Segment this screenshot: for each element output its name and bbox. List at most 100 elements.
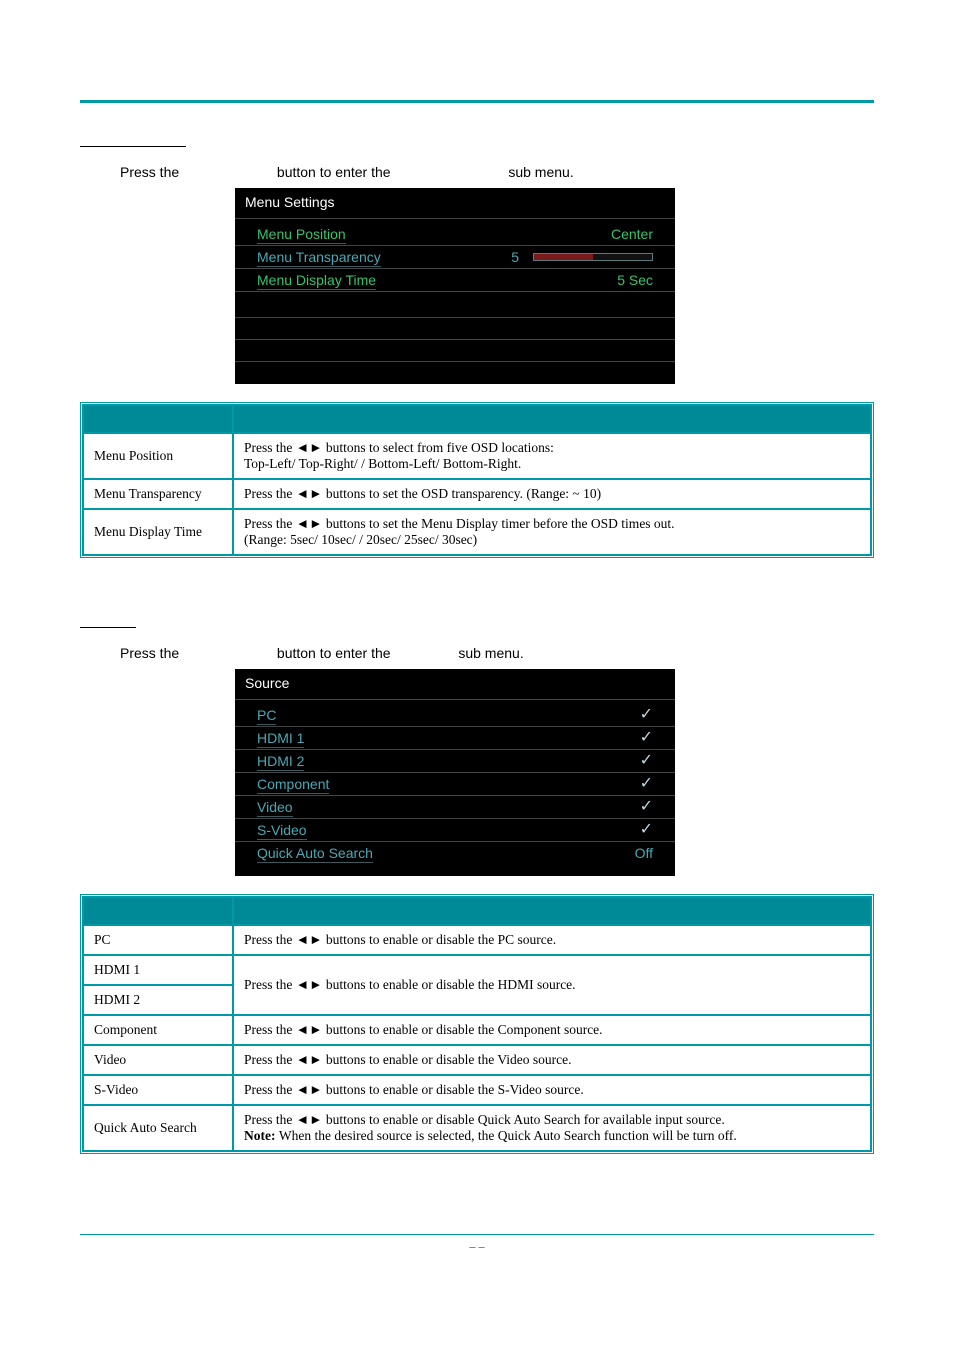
table-item: Video [83,1045,233,1075]
table-desc: Press the ◄► buttons to select from five… [233,433,871,479]
desc-text: Press the [244,1112,296,1127]
check-icon: ✓ [640,822,653,838]
table-desc: Press the ◄► buttons to enable or disabl… [233,955,871,1015]
osd-row-menu-position[interactable]: Menu Position Center [235,223,675,246]
osd-row-label: HDMI 1 [257,730,304,746]
intro-text: sub menu. [458,645,523,661]
desc-text: buttons to set the OSD transparency. (Ra… [322,486,601,501]
desc-text: buttons to enable or disable Quick Auto … [322,1112,724,1127]
desc-text: buttons to enable or disable the PC sour… [322,932,556,947]
intro-text: sub menu. [508,164,573,180]
osd-rows: Menu Position Center Menu Transparency 5… [235,219,675,296]
table-desc: Press the ◄► buttons to enable or disabl… [233,1105,871,1151]
desc-text: buttons to select from five OSD location… [322,440,553,455]
check-icon: ✓ [640,730,653,746]
desc-text: Press the [244,1052,296,1067]
osd-row-hdmi1[interactable]: HDMI 1 ✓ [235,727,675,750]
arrow-icons: ◄► [296,932,323,947]
check-icon: ✓ [640,707,653,723]
desc-text: Press the [244,932,296,947]
desc-text: Press the [244,1082,296,1097]
osd-row-value: 5 Sec [617,272,653,288]
desc-text: Top-Left/ Top-Right/ / Bottom-Left/ Bott… [244,456,521,471]
osd-row-value: Off [635,845,653,861]
table-desc: Press the ◄► buttons to set the OSD tran… [233,479,871,509]
table-row: Menu Display Time Press the ◄► buttons t… [83,509,871,555]
section-heading-underline-menu [80,133,186,147]
osd-menu-settings-panel: Menu Settings Menu Position Center Menu … [235,188,675,384]
osd-title: Source [235,669,675,700]
osd-row-svideo[interactable]: S-Video ✓ [235,819,675,842]
table-item: Menu Transparency [83,479,233,509]
osd-row-label: Component [257,776,329,792]
intro-text: button to enter the [277,645,391,661]
desc-text: Press the [244,516,296,531]
arrow-icons: ◄► [296,1112,323,1127]
table-item: Quick Auto Search [83,1105,233,1151]
section-heading-underline-source [80,614,136,628]
table-item: S-Video [83,1075,233,1105]
desc-text: When the desired source is selected, the… [279,1128,737,1143]
arrow-icons: ◄► [296,1082,323,1097]
osd-blank-row [235,318,675,340]
source-intro: Press the button to enter the sub menu. [120,645,874,661]
arrow-icons: ◄► [296,440,323,455]
check-icon: ✓ [640,799,653,815]
osd-row-label: Menu Transparency [257,249,381,265]
check-icon: ✓ [640,753,653,769]
table-header-row [83,897,871,925]
table-header-item [83,405,233,433]
osd-blank-area [235,296,675,384]
desc-text: buttons to enable or disable the Video s… [322,1052,571,1067]
page-top-rule [80,100,874,103]
osd-slider-fill [534,254,593,260]
osd-row-label: Quick Auto Search [257,845,373,861]
menu-settings-section: Press the button to enter the sub menu. … [80,133,874,558]
page-footer: – – [80,1234,874,1254]
table-header-desc [233,405,871,433]
menu-settings-table: Menu Position Press the ◄► buttons to se… [80,402,874,558]
table-desc: Press the ◄► buttons to enable or disabl… [233,925,871,955]
osd-row-menu-display-time[interactable]: Menu Display Time 5 Sec [235,269,675,292]
osd-row-video[interactable]: Video ✓ [235,796,675,819]
osd-slider[interactable]: 5 [511,249,653,265]
desc-text: Press the [244,1022,296,1037]
table-item: HDMI 1 [83,955,233,985]
osd-row-label: HDMI 2 [257,753,304,769]
osd-slider-bar[interactable] [533,253,653,261]
desc-text: Press the [244,977,296,992]
table-header-row [83,405,871,433]
osd-row-menu-transparency[interactable]: Menu Transparency 5 [235,246,675,269]
table-desc: Press the ◄► buttons to set the Menu Dis… [233,509,871,555]
desc-text: Press the [244,440,296,455]
osd-row-hdmi2[interactable]: HDMI 2 ✓ [235,750,675,773]
osd-blank-row [235,340,675,362]
menu-settings-intro: Press the button to enter the sub menu. [120,164,874,180]
osd-row-label: Menu Position [257,226,346,242]
osd-row-value: Center [611,226,653,242]
arrow-icons: ◄► [296,1022,323,1037]
osd-row-label: Video [257,799,293,815]
table-desc: Press the ◄► buttons to enable or disabl… [233,1075,871,1105]
arrow-icons: ◄► [296,516,323,531]
osd-rows: PC ✓ HDMI 1 ✓ HDMI 2 ✓ Component ✓ Video… [235,700,675,868]
table-desc: Press the ◄► buttons to enable or disabl… [233,1015,871,1045]
intro-text: Press the [120,164,179,180]
osd-row-label: Menu Display Time [257,272,376,288]
arrow-icons: ◄► [296,1052,323,1067]
table-header-item [83,897,233,925]
arrow-icons: ◄► [296,977,323,992]
table-row: Component Press the ◄► buttons to enable… [83,1015,871,1045]
table-item: PC [83,925,233,955]
osd-blank-row [235,362,675,384]
desc-text: buttons to enable or disable the S-Video… [322,1082,583,1097]
table-row: Menu Position Press the ◄► buttons to se… [83,433,871,479]
osd-row-pc[interactable]: PC ✓ [235,704,675,727]
osd-source-panel: Source PC ✓ HDMI 1 ✓ HDMI 2 ✓ Component … [235,669,675,876]
desc-text: buttons to set the Menu Display timer be… [322,516,674,531]
page-number: – – [470,1239,485,1253]
table-item: HDMI 2 [83,985,233,1015]
arrow-icons: ◄► [296,486,323,501]
osd-row-component[interactable]: Component ✓ [235,773,675,796]
osd-row-quick-auto-search[interactable]: Quick Auto Search Off [235,842,675,864]
